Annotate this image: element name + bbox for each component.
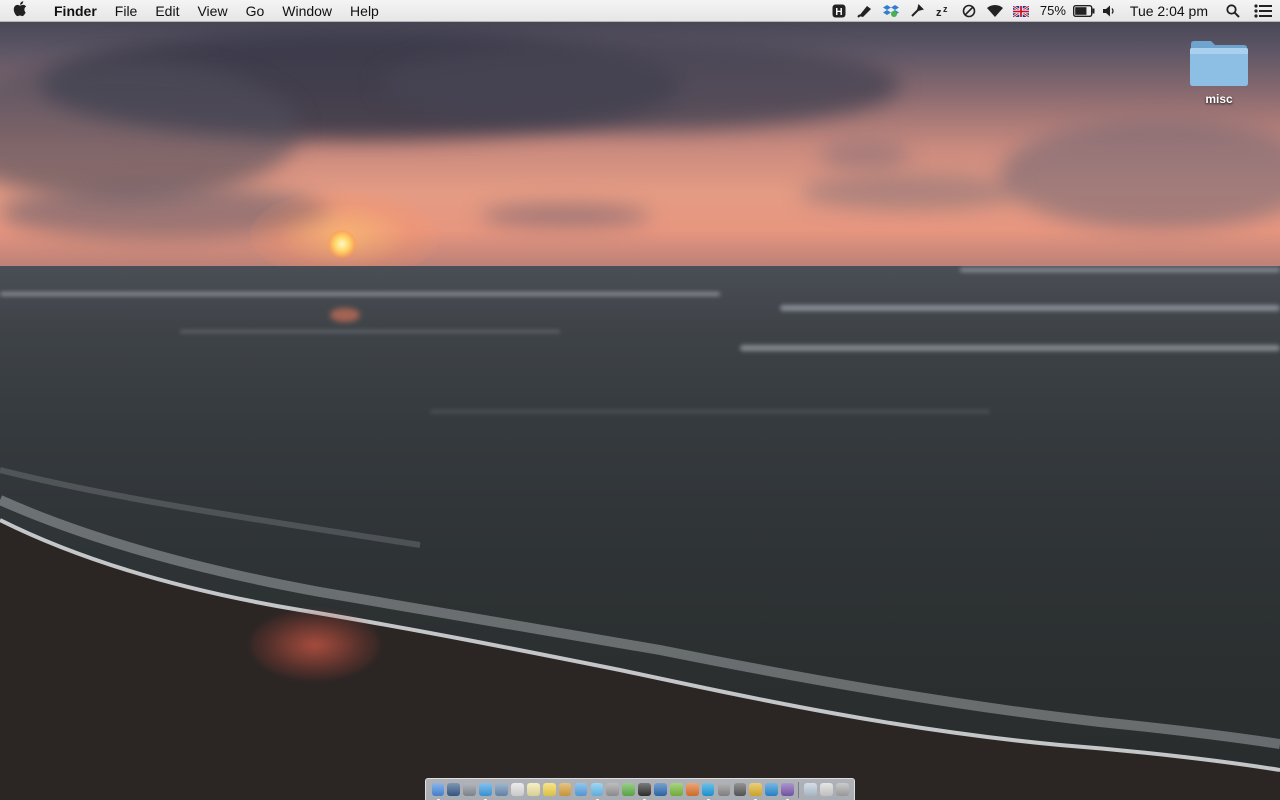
svg-text:z: z [936, 7, 942, 18]
dock-app-photo-booth-icon[interactable] [606, 783, 620, 796]
menu-edit[interactable]: Edit [146, 0, 188, 22]
spotlight-search-icon[interactable] [1220, 0, 1246, 22]
battery-icon[interactable] [1072, 0, 1096, 22]
dock-app-messages-icon[interactable] [590, 783, 604, 800]
dock-app-calendar-icon[interactable] [511, 783, 524, 796]
input-source-uk-flag-icon[interactable] [1008, 0, 1034, 22]
dock-trash-icon[interactable] [835, 783, 849, 796]
apple-menu-icon[interactable] [0, 0, 40, 21]
tool-icon[interactable] [904, 0, 930, 22]
folder-icon [1190, 41, 1248, 86]
volume-icon[interactable] [1096, 0, 1122, 22]
menu-help[interactable]: Help [341, 0, 388, 22]
dock-separator [798, 781, 800, 798]
menu-file[interactable]: File [106, 0, 147, 22]
menu-go[interactable]: Go [237, 0, 274, 22]
dock-app-evernote-icon[interactable] [622, 783, 635, 796]
sleep-zz-icon[interactable]: zz [930, 0, 956, 22]
dock-app-preview-icon[interactable] [558, 783, 572, 796]
dock-app-skype-icon[interactable] [701, 783, 715, 800]
dock-app-utility-icon[interactable] [717, 783, 731, 796]
dock-app-viber-icon[interactable] [781, 783, 794, 800]
dock-app-notes-icon[interactable] [526, 783, 540, 796]
app-menu-finder[interactable]: Finder [40, 0, 106, 22]
svg-text:H: H [835, 7, 842, 18]
dock-app-finder-icon[interactable] [431, 783, 445, 800]
dock-applications-stack-icon[interactable] [804, 783, 817, 796]
menu-bar-left: Finder File Edit View Go Window Help [0, 0, 388, 22]
dock-app-onepassword-icon[interactable] [654, 783, 667, 796]
menu-window[interactable]: Window [273, 0, 341, 22]
dock-app-vpn-icon[interactable] [765, 783, 778, 796]
svg-text:z: z [943, 4, 948, 14]
dock-app-dashboard-icon[interactable] [447, 783, 461, 796]
dock-app-terminal-app-icon[interactable] [638, 783, 651, 800]
dock-app-chrome-icon[interactable] [749, 783, 763, 800]
hammerspoon-icon[interactable]: H [826, 0, 852, 22]
dock-app-keynote-icon[interactable] [733, 783, 747, 796]
dock-app-mail-icon[interactable] [495, 783, 508, 796]
wallpaper-wave [780, 305, 1280, 311]
wallpaper-wave [430, 410, 990, 413]
battery-percent[interactable]: 75% [1034, 0, 1072, 22]
desktop-icon-label: misc [1205, 92, 1233, 106]
wallpaper-wave [180, 330, 560, 333]
wallpaper-wave [740, 345, 1280, 351]
dock-app-sublime-icon[interactable] [685, 783, 699, 796]
status-menus: H zz 75% Tue 2:04 pm [826, 0, 1280, 22]
wifi-icon[interactable] [982, 0, 1008, 22]
dock-app-stickies-icon[interactable] [542, 783, 556, 796]
do-not-disturb-icon[interactable] [956, 0, 982, 22]
wallpaper-wave [0, 292, 720, 296]
pen-tablet-icon[interactable] [852, 0, 878, 22]
dock [425, 778, 855, 800]
dock-app-safari-icon[interactable] [479, 783, 492, 800]
desktop: Finder File Edit View Go Window Help H z… [0, 0, 1280, 800]
desktop-folder-misc[interactable]: misc [1183, 38, 1255, 108]
dock-app-evernote-clipper-icon[interactable] [669, 783, 683, 796]
dock-documents-stack-icon[interactable] [819, 783, 833, 796]
apple-logo-icon [13, 0, 27, 16]
dropbox-icon[interactable] [878, 0, 904, 22]
menu-view[interactable]: View [188, 0, 236, 22]
notification-center-icon[interactable] [1246, 0, 1280, 22]
wallpaper-wave [960, 268, 1280, 272]
dock-app-launchpad-icon[interactable] [463, 783, 477, 796]
wallpaper-shore [0, 467, 1280, 800]
menu-bar: Finder File Edit View Go Window Help H z… [0, 0, 1280, 22]
wallpaper-sand-reflection [250, 610, 380, 680]
menu-bar-clock[interactable]: Tue 2:04 pm [1122, 0, 1220, 22]
dock-app-app-store-icon[interactable] [574, 783, 588, 796]
